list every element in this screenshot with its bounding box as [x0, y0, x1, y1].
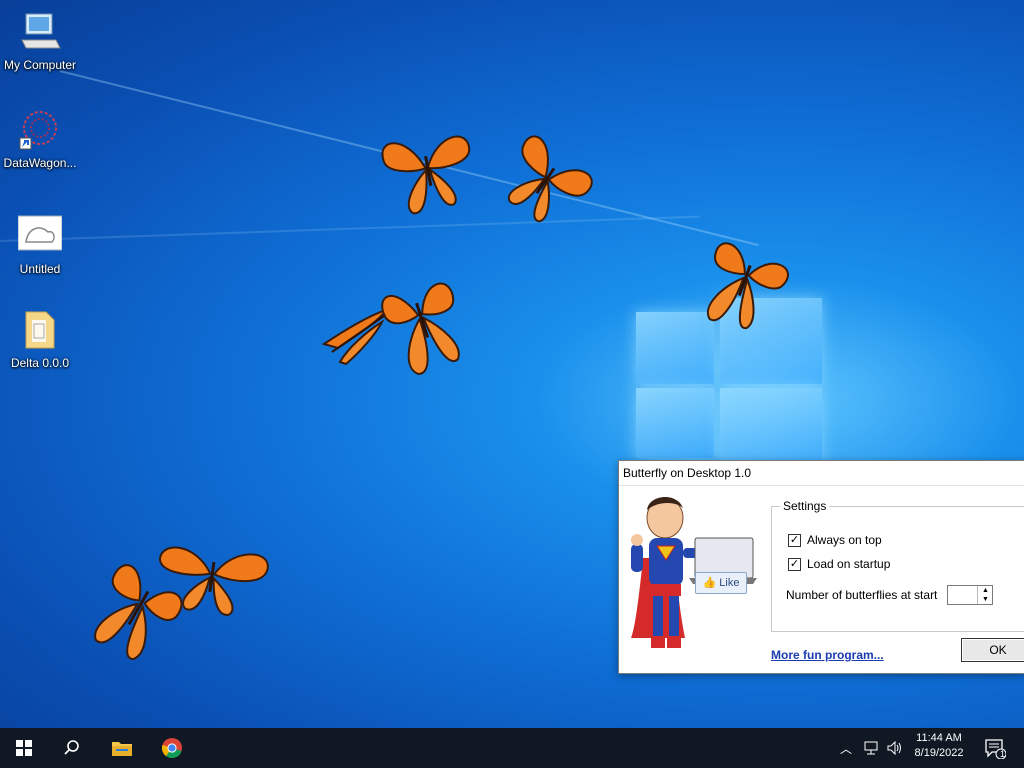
desktop-icon-datawagon[interactable]: DataWagon...	[0, 108, 80, 170]
load-on-startup-label: Load on startup	[807, 557, 891, 571]
show-hidden-icons-button[interactable]: ︿	[836, 728, 856, 768]
clock-time: 11:44 AM	[916, 732, 962, 744]
datawagon-shortcut-icon	[18, 108, 62, 152]
chevron-up-icon: ︿	[839, 741, 852, 756]
settings-group-title: Settings	[780, 499, 830, 513]
butterflies-count-row: Number of butterflies at start ▲ ▼	[786, 585, 994, 605]
notification-count: 1	[1000, 749, 1006, 759]
spin-down-icon[interactable]: ▼	[978, 595, 992, 604]
network-icon	[864, 741, 878, 755]
ok-button[interactable]: OK	[961, 638, 1024, 662]
butterfly-sprite	[94, 564, 182, 661]
taskbar: ︿ 11:44 AM 8/19/2022 1	[0, 728, 1024, 768]
image-file-icon	[17, 214, 63, 258]
desktop-icon-label: Delta 0.0.0	[10, 356, 70, 370]
start-button[interactable]	[0, 728, 48, 768]
volume-button[interactable]	[884, 728, 906, 768]
spinner-arrows: ▲ ▼	[977, 586, 992, 604]
dialog-body: 👍 Like Settings ✓ Always on top ✓ Load o…	[619, 486, 1024, 673]
file-explorer-button[interactable]	[98, 728, 146, 768]
more-fun-program-link[interactable]: More fun program...	[771, 648, 884, 662]
always-on-top-label: Always on top	[807, 533, 882, 547]
search-icon	[64, 740, 79, 755]
always-on-top-option[interactable]: ✓ Always on top	[788, 533, 882, 547]
butterfly-sprite	[381, 135, 471, 215]
search-button[interactable]	[48, 728, 96, 768]
load-on-startup-option[interactable]: ✓ Load on startup	[788, 557, 890, 571]
action-center-button[interactable]: 1	[978, 728, 1012, 768]
like-label: Like	[719, 577, 740, 589]
butterfly-sprite	[507, 135, 593, 223]
butterflies-count-label: Number of butterflies at start	[786, 588, 938, 602]
butterfly-sprite	[381, 282, 460, 376]
dialog-title[interactable]: Butterfly on Desktop 1.0	[619, 461, 1024, 486]
desktop-icon-label: My Computer	[3, 58, 77, 72]
butterfly-sprite	[706, 242, 789, 329]
butterflies-count-spinner[interactable]: ▲ ▼	[947, 585, 994, 605]
desktop-icon-untitled[interactable]: Untitled	[0, 214, 80, 276]
file-explorer-icon	[112, 742, 132, 756]
desktop-icon-delta[interactable]: Delta 0.0.0	[0, 308, 80, 370]
desktop-icon-label: DataWagon...	[3, 156, 77, 170]
chrome-button[interactable]	[148, 728, 196, 768]
desktop-icon-my-computer[interactable]: My Computer	[0, 10, 80, 72]
computer-icon	[18, 10, 62, 54]
network-button[interactable]	[860, 728, 882, 768]
desktop-icon-label: Untitled	[19, 262, 61, 276]
load-on-startup-checkbox[interactable]: ✓	[788, 557, 801, 571]
folder-icon	[18, 308, 62, 352]
thumbs-up-icon: 👍	[702, 577, 717, 589]
clock-date: 8/19/2022	[914, 747, 964, 759]
butterfly-settings-dialog: Butterfly on Desktop 1.0 👍 Like Settings	[618, 460, 1024, 674]
clock[interactable]: 11:44 AM 8/19/2022	[906, 732, 972, 759]
always-on-top-checkbox[interactable]: ✓	[788, 533, 801, 547]
spin-up-icon[interactable]: ▲	[978, 586, 992, 595]
settings-groupbox: Settings ✓ Always on top ✓ Load on start…	[771, 499, 1024, 632]
windows-start-icon	[16, 740, 32, 756]
chrome-icon	[161, 738, 182, 759]
speaker-icon	[887, 741, 901, 755]
like-button[interactable]: 👍 Like	[695, 572, 747, 594]
